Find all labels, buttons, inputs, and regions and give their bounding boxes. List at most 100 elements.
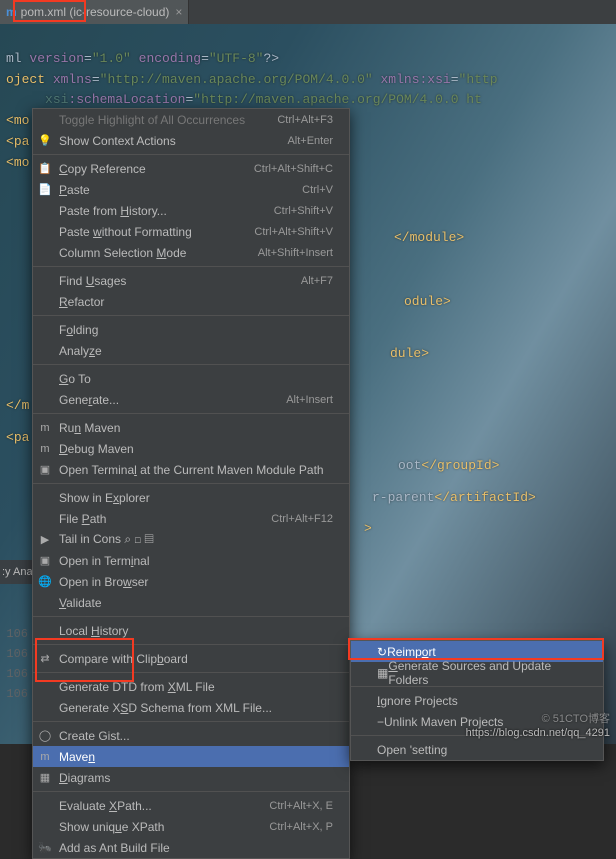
menu-item-label: Toggle Highlight of All Occurrences <box>59 113 245 127</box>
menu-item[interactable]: Analyze <box>33 340 349 361</box>
menu-item[interactable]: Go To <box>33 368 349 389</box>
menu-item[interactable]: ▣ Open Terminal at the Current Maven Modu… <box>33 459 349 480</box>
menu-item-label: Column Selection Mode <box>59 246 186 260</box>
menu-separator <box>33 483 349 484</box>
menu-item-label: Diagrams <box>59 771 110 785</box>
menu-item[interactable]: Show in Explorer <box>33 487 349 508</box>
menu-item-label: Folding <box>59 323 98 337</box>
menu-item[interactable]: 📄 Paste Ctrl+V <box>33 179 349 200</box>
tab-title: pom.xml (ic-resource-cloud) <box>21 5 170 19</box>
menu-item-label: Show in Explorer <box>59 491 150 505</box>
menu-item[interactable]: ▶Tail in Cons ⌕ ◻ ▤ <box>33 529 349 550</box>
menu-item[interactable]: ◯Create Gist... <box>33 725 349 746</box>
menu-item[interactable]: 💡 Show Context Actions Alt+Enter <box>33 130 349 151</box>
menu-item-icon: ▦ <box>38 771 52 785</box>
menu-item-label: Validate <box>59 596 102 610</box>
menu-item[interactable]: Show unique XPathCtrl+Alt+X, P <box>33 816 349 837</box>
menu-item[interactable]: Validate <box>33 592 349 613</box>
menu-item-label: Show Context Actions <box>59 134 176 148</box>
context-submenu: ↻Reimport▦Generate Sources and Update Fo… <box>350 640 604 761</box>
menu-item-shortcut: Ctrl+V <box>302 184 333 196</box>
menu-item-shortcut: Ctrl+Alt+F12 <box>271 513 333 525</box>
menu-item-shortcut: Ctrl+Alt+X, E <box>269 800 333 812</box>
menu-item[interactable]: Refactor <box>33 291 349 312</box>
menu-item-label: Refactor <box>59 295 104 309</box>
menu-item-shortcut: Alt+F7 <box>301 275 333 287</box>
menu-item[interactable]: Ignore Projects <box>351 690 603 711</box>
menu-item-label: Open in Terminal <box>59 554 150 568</box>
maven-icon: m <box>6 5 17 19</box>
menu-item-icon: m <box>38 421 52 435</box>
watermark: © 51CTO博客 https://blog.csdn.net/qq_4291 <box>466 712 610 740</box>
menu-item-label: Compare with Clipboard <box>59 652 188 666</box>
menu-item-label: Paste without Formatting <box>59 225 192 239</box>
menu-item-label: Maven <box>59 750 95 764</box>
menu-item[interactable]: Column Selection Mode Alt+Shift+Insert <box>33 242 349 263</box>
gutter: 106 106 106 106 <box>0 624 28 704</box>
menu-item[interactable]: ▦ Diagrams <box>33 767 349 788</box>
menu-item-label: Open 'setting <box>377 743 447 757</box>
menu-separator <box>33 791 349 792</box>
code-fragment: </module> <box>388 228 616 249</box>
menu-item-label: Paste <box>59 183 90 197</box>
menu-item[interactable]: mDebug Maven <box>33 438 349 459</box>
menu-item[interactable]: mRun Maven <box>33 417 349 438</box>
menu-item[interactable]: Local History <box>33 620 349 641</box>
menu-item-shortcut: Alt+Shift+Insert <box>258 247 333 259</box>
menu-item[interactable]: 🐜Add as Ant Build File <box>33 837 349 858</box>
menu-separator <box>33 672 349 673</box>
menu-item-label: Evaluate XPath... <box>59 799 152 813</box>
menu-item[interactable]: ▣Open in Terminal <box>33 550 349 571</box>
menu-item-icon: 💡 <box>38 134 52 148</box>
menu-item-label: Tail in Cons ⌕ ◻ ▤ <box>59 532 154 547</box>
menu-separator <box>33 154 349 155</box>
code-fragment: > <box>358 519 616 540</box>
menu-item-shortcut: Alt+Enter <box>287 135 333 147</box>
menu-item-label: Go To <box>59 372 91 386</box>
menu-item[interactable]: mMaven <box>33 746 349 767</box>
menu-item[interactable]: Find Usages Alt+F7 <box>33 270 349 291</box>
menu-item[interactable]: Evaluate XPath... Ctrl+Alt+X, E <box>33 795 349 816</box>
menu-item-icon: 📄 <box>38 183 52 197</box>
menu-item[interactable]: ⇄ Compare with Clipboard <box>33 648 349 669</box>
menu-item-label: File Path <box>59 512 106 526</box>
editor-tab[interactable]: m pom.xml (ic-resource-cloud) × <box>0 0 189 24</box>
menu-item-shortcut: Ctrl+Alt+F3 <box>277 114 333 126</box>
side-panel-text[interactable]: :y Ana <box>0 560 35 584</box>
menu-item-shortcut: Ctrl+Alt+Shift+V <box>254 226 333 238</box>
menu-item-label: Analyze <box>59 344 102 358</box>
menu-item-label: Local History <box>59 624 128 638</box>
code-fragment: dule> <box>384 344 616 365</box>
code-fragment: oot</groupId> <box>392 456 616 477</box>
menu-item[interactable]: Open 'setting <box>351 739 603 760</box>
context-menu: Toggle Highlight of All Occurrences Ctrl+… <box>32 108 350 859</box>
menu-item-icon: m <box>38 442 52 456</box>
menu-item[interactable]: Paste from History...Ctrl+Shift+V <box>33 200 349 221</box>
menu-item-label: Open Terminal at the Current Maven Modul… <box>59 463 324 477</box>
menu-item-icon: − <box>377 715 384 729</box>
menu-separator <box>33 266 349 267</box>
menu-item-label: Add as Ant Build File <box>59 841 170 855</box>
menu-item[interactable]: File Path Ctrl+Alt+F12 <box>33 508 349 529</box>
menu-separator <box>33 413 349 414</box>
menu-item-icon: ◯ <box>38 729 52 743</box>
menu-item[interactable]: Folding <box>33 319 349 340</box>
code-fragment: r-parent</artifactId> <box>366 488 616 509</box>
menu-item-icon: ▣ <box>38 463 52 477</box>
menu-separator <box>33 315 349 316</box>
menu-item-icon: 🌐 <box>38 575 52 589</box>
menu-separator <box>33 616 349 617</box>
menu-item[interactable]: Generate DTD from XML File <box>33 676 349 697</box>
menu-item[interactable]: ▦Generate Sources and Update Folders <box>351 662 603 683</box>
menu-item[interactable]: 📋Copy ReferenceCtrl+Alt+Shift+C <box>33 158 349 179</box>
menu-item[interactable]: Paste without Formatting Ctrl+Alt+Shift+V <box>33 221 349 242</box>
menu-item-icon: ⇄ <box>38 652 52 666</box>
menu-item-label: Find Usages <box>59 274 126 288</box>
menu-item[interactable]: Generate...Alt+Insert <box>33 389 349 410</box>
menu-item-label: Generate Sources and Update Folders <box>388 659 587 687</box>
menu-item-label: Open in Browser <box>59 575 148 589</box>
close-icon[interactable]: × <box>175 5 182 19</box>
menu-item[interactable]: Generate XSD Schema from XML File... <box>33 697 349 718</box>
menu-item[interactable]: 🌐 Open in Browser <box>33 571 349 592</box>
menu-separator <box>33 721 349 722</box>
